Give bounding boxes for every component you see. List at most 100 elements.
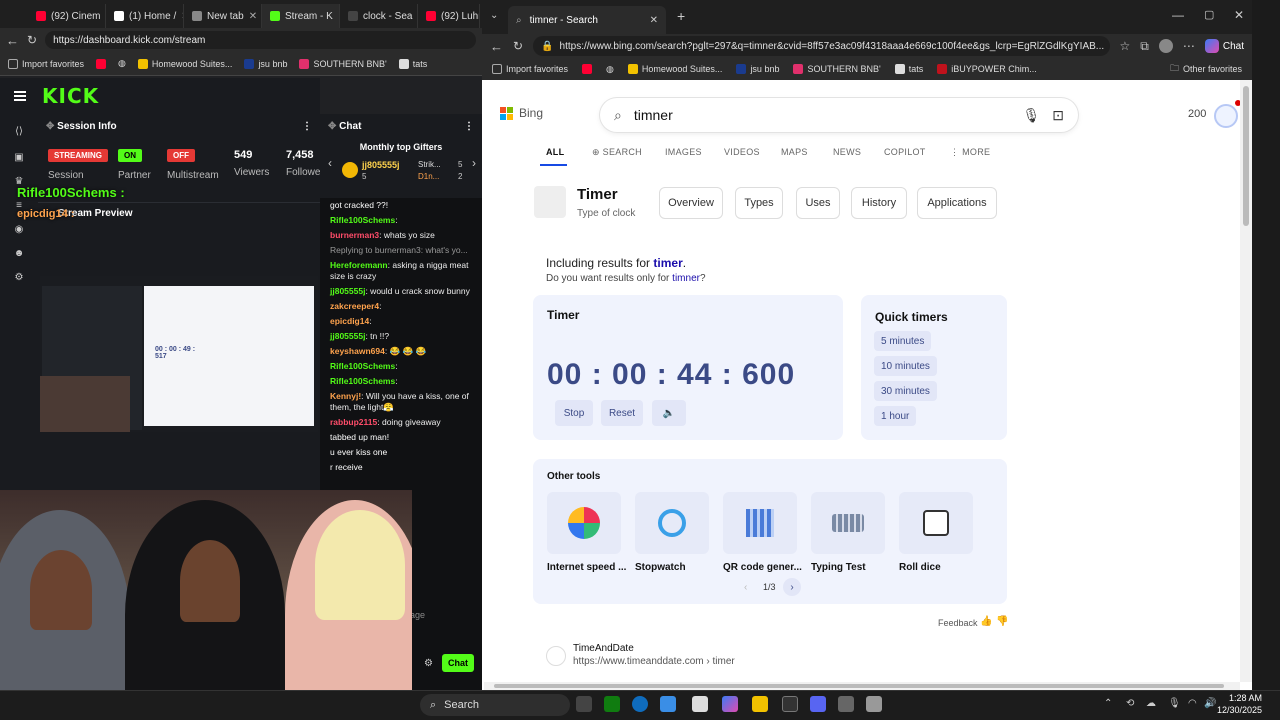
quick-timer-30-minutes[interactable]: 30 minutes (874, 381, 937, 401)
pager-prev-icon[interactable]: ‹ (744, 582, 747, 593)
star-icon[interactable]: ☆ (1120, 39, 1131, 53)
fav-tats[interactable]: tats (894, 64, 923, 74)
refresh-icon[interactable]: ↻ (27, 33, 37, 47)
fav-globe[interactable]: ◍ (606, 64, 614, 75)
including-term-link[interactable]: timer (653, 256, 682, 270)
entity-tab-overview[interactable]: Overview (659, 187, 723, 219)
fav-ibuypower[interactable]: iBUYPOWER Chim... (937, 64, 1037, 74)
edge-icon[interactable] (632, 696, 648, 712)
back-icon[interactable]: ← (6, 33, 19, 48)
left-url-field[interactable]: https://dashboard.kick.com/stream (45, 31, 476, 49)
profile-icon[interactable] (1158, 39, 1173, 53)
tool-stopwatch[interactable] (635, 492, 709, 554)
chat-username[interactable]: burnerman3 (330, 230, 379, 240)
fav-southern[interactable]: SOUTHERN BNB' (299, 58, 387, 69)
rewards-icon[interactable] (1214, 104, 1238, 128)
tab-new[interactable]: New tab ✕ (184, 4, 262, 28)
chat-send-button[interactable]: Chat (442, 654, 474, 672)
tab-bing-search[interactable]: ⌕ timner - Search ✕ (508, 6, 666, 34)
move-icon[interactable]: ✥ (328, 121, 339, 132)
tab-x-home[interactable]: (1) Home /✕ (106, 4, 184, 28)
settings-icon[interactable] (838, 696, 854, 712)
tab-luhm[interactable]: (92) Luhm (418, 4, 480, 28)
fav-jsu[interactable]: jsu bnb (736, 64, 779, 74)
notepad-icon[interactable] (692, 696, 708, 712)
only-term-link[interactable]: timner (672, 273, 700, 284)
scroll-thumb[interactable] (1243, 86, 1249, 226)
discord-icon[interactable] (810, 696, 826, 712)
right-url-field[interactable]: 🔒 https://www.bing.com/search?pglt=297&q=… (533, 36, 1110, 56)
dashboard-icon[interactable]: ▣ (13, 152, 25, 164)
chat-username[interactable]: Rifle100Schems (330, 361, 395, 371)
thumbs-up-icon[interactable]: 👍 (980, 616, 992, 627)
result-site-name[interactable]: TimeAndDate (573, 643, 634, 654)
snipping-tool-icon[interactable] (866, 696, 882, 712)
copilot-icon[interactable] (722, 696, 738, 712)
horizontal-scrollbar[interactable] (484, 682, 1240, 690)
result-url[interactable]: https://www.timeanddate.com › timer (573, 656, 735, 667)
quick-timer-10-minutes[interactable]: 10 minutes (874, 356, 937, 376)
xbox-icon[interactable] (604, 696, 620, 712)
entity-tab-uses[interactable]: Uses (796, 187, 840, 219)
chat-username[interactable]: epicdig14 (330, 316, 369, 326)
cloud-icon[interactable]: ☁ (1146, 698, 1156, 709)
nav-images[interactable]: IMAGES (665, 147, 702, 157)
fav-import[interactable]: Import favorites (8, 58, 84, 69)
extensions-icon[interactable]: ⧉ (1140, 39, 1149, 54)
chat-username[interactable]: zakcreeper4 (330, 301, 379, 311)
quick-timer-5-minutes[interactable]: 5 minutes (874, 331, 932, 351)
fav-southern[interactable]: SOUTHERN BNB' (793, 64, 881, 74)
nav-maps[interactable]: MAPS (781, 147, 808, 157)
timer-reset-button[interactable]: Reset (601, 400, 643, 426)
tool-internet-speed[interactable] (547, 492, 621, 554)
search-box[interactable]: ⌕ timner 🎙 ⊡ (600, 98, 1078, 132)
fav-import[interactable]: Import favorites (492, 64, 568, 74)
chat-username[interactable]: Rifle100Schems (330, 215, 395, 225)
chevron-up-icon[interactable]: ⌃ (1104, 698, 1112, 709)
tool-typing-test[interactable] (811, 492, 885, 554)
move-icon[interactable]: ✥ (46, 121, 57, 132)
chat-username[interactable]: jj805555j (330, 286, 365, 296)
clock-date[interactable]: 12/30/2025 (1212, 705, 1262, 715)
wifi-icon[interactable]: ◠ (1188, 698, 1197, 709)
back-icon[interactable]: ← (490, 39, 503, 54)
nav-more[interactable]: ⋮ MORE (950, 147, 990, 158)
prev-icon[interactable]: ‹ (328, 156, 332, 170)
sound-icon[interactable]: 🔈 (652, 400, 686, 426)
users-icon[interactable]: ☻ (13, 248, 25, 260)
nav-all[interactable]: ALL (546, 147, 564, 157)
tool-qr-code[interactable] (723, 492, 797, 554)
fav-youtube[interactable] (582, 64, 593, 74)
tab-cinema[interactable]: (92) Cinem✕ (28, 4, 106, 28)
fav-youtube[interactable] (96, 58, 107, 69)
nav-news[interactable]: NEWS (833, 147, 861, 157)
chat-input[interactable]: age (410, 610, 480, 624)
timer-thumbnail[interactable] (534, 186, 566, 218)
nav-search[interactable]: ⊕ SEARCH (592, 147, 642, 158)
expand-icon[interactable]: ⟨⟩ (13, 126, 25, 138)
close-icon[interactable]: ✕ (249, 11, 257, 22)
nav-videos[interactable]: VIDEOS (724, 147, 760, 157)
new-tab-icon[interactable]: + (677, 8, 685, 24)
fav-tats[interactable]: tats (398, 58, 427, 69)
settings-icon[interactable]: ⚙ (424, 658, 433, 669)
pager-next-icon[interactable]: › (783, 578, 801, 596)
microphone-icon[interactable]: 🎙 (1022, 107, 1040, 124)
microphone-icon[interactable]: 🎙 (1168, 698, 1181, 709)
fav-globe[interactable]: ◍ (118, 58, 126, 69)
chat-username[interactable]: rabbup2115 (330, 417, 377, 427)
other-favorites[interactable]: 🗀 Other favorites (1170, 61, 1242, 77)
chat-username[interactable]: Hereforemann (330, 260, 388, 270)
timer-stop-button[interactable]: Stop (555, 400, 593, 426)
close-window-icon[interactable]: ✕ (1234, 8, 1244, 22)
close-icon[interactable]: ✕ (650, 15, 658, 26)
rewards-points[interactable]: 200 (1188, 108, 1206, 120)
nav-copilot[interactable]: COPILOT (884, 147, 926, 157)
more-icon[interactable]: ⋯ (1183, 39, 1195, 53)
chat-username[interactable]: Rifle100Schems (330, 376, 395, 386)
next-icon[interactable]: › (472, 156, 476, 170)
feedback-link[interactable]: Feedback (938, 618, 978, 628)
maximize-icon[interactable]: ▢ (1204, 8, 1214, 21)
chat-username[interactable]: Kennyj! (330, 391, 361, 401)
entity-tab-history[interactable]: History (851, 187, 907, 219)
